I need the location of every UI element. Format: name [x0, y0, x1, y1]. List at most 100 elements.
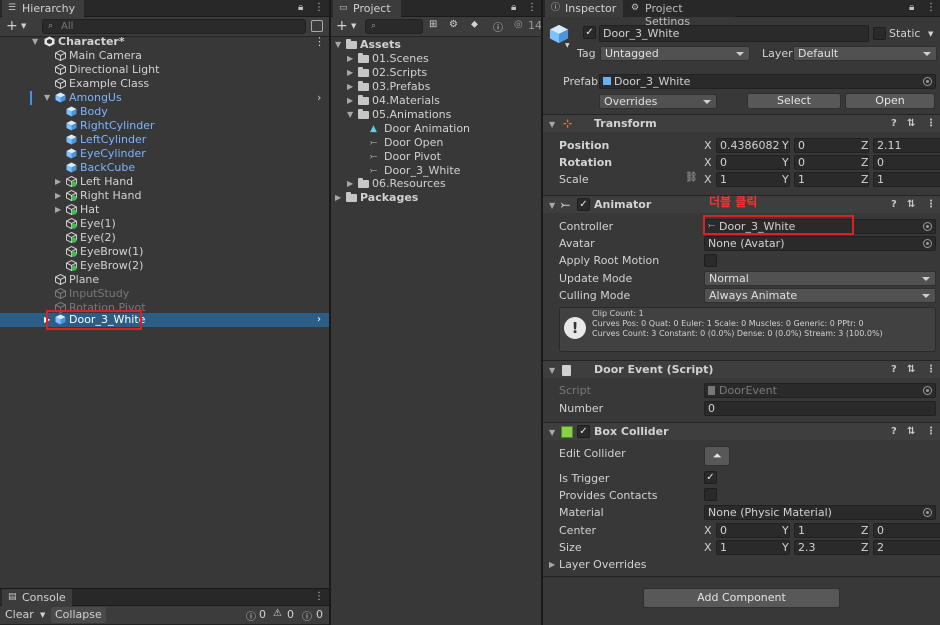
hierarchy-item[interactable]: ▶ Left Hand [0, 175, 329, 189]
center-x-input[interactable]: 0 [716, 523, 790, 538]
project-asset[interactable]: ⤚ Door Open [331, 136, 541, 150]
expand-arrow-icon[interactable]: ▶ [335, 191, 341, 205]
hierarchy-item[interactable]: BackCube [0, 161, 329, 175]
foldout-arrow-icon[interactable]: ▼ [549, 116, 555, 134]
help-icon[interactable]: ? [891, 115, 897, 133]
collapse-button[interactable]: Collapse [51, 607, 106, 623]
static-checkbox[interactable] [873, 27, 886, 40]
kebab-menu-icon[interactable]: ⋮ [314, 35, 325, 49]
avatar-field[interactable]: None (Avatar) [704, 236, 936, 251]
object-picker-icon[interactable] [923, 222, 932, 231]
expand-arrow-icon[interactable]: ▼ [347, 108, 353, 122]
layer-overrides-row[interactable]: ▶ Layer Overrides [543, 558, 940, 572]
hierarchy-item[interactable]: EyeBrow(1) [0, 245, 329, 259]
clear-button[interactable]: Clear [5, 608, 34, 621]
edit-collider-button[interactable]: ⏶ [704, 446, 730, 466]
lock-icon[interactable]: 🔒︎ [298, 2, 303, 13]
project-folder[interactable]: ▶ 01.Scenes [331, 52, 541, 66]
size-x-input[interactable]: 1 [716, 540, 790, 555]
hierarchy-item[interactable]: LeftCylinder [0, 133, 329, 147]
tab-project-settings[interactable]: ⚙ Project Settings [625, 0, 735, 28]
hierarchy-item[interactable]: Directional Light [0, 63, 329, 77]
chevron-down-icon[interactable]: ▼ [928, 30, 933, 38]
hierarchy-item[interactable]: Main Camera [0, 49, 329, 63]
tag-icon[interactable]: ⬥ [471, 19, 478, 30]
transform-header[interactable]: ▼ ⊹ Transform ? ⇅ ⋮ [543, 114, 940, 132]
object-picker-icon[interactable] [923, 508, 932, 517]
hierarchy-item[interactable]: ▶ Hat [0, 203, 329, 217]
center-z-input[interactable]: 0 [873, 523, 940, 538]
animator-header[interactable]: ▼ ⤚ ✓ Animator 더블 클릭 ? ⇅ ⋮ [543, 195, 940, 213]
kebab-menu-icon[interactable]: ⋮ [314, 2, 324, 13]
project-search-input[interactable]: ⌕ [365, 19, 423, 34]
project-folder[interactable]: ▶ 03.Prefabs [331, 80, 541, 94]
foldout-arrow-icon[interactable]: ▶ [549, 558, 555, 572]
hierarchy-item[interactable]: Body [0, 105, 329, 119]
rotation-z-input[interactable]: 0 [873, 155, 940, 170]
expand-arrow-icon[interactable]: ▶ [55, 203, 61, 217]
chevron-right-icon[interactable]: › [317, 91, 321, 105]
chevron-down-icon[interactable]: ▼ [351, 22, 356, 30]
warning-icon[interactable]: ⚠ [273, 608, 282, 619]
layer-dropdown[interactable]: Default [793, 46, 937, 61]
kebab-menu-icon[interactable]: ⋮ [926, 423, 936, 441]
hierarchy-root-row[interactable]: ▼ Character* ⋮ [0, 35, 329, 49]
add-icon[interactable]: + [336, 18, 348, 34]
expand-arrow-icon[interactable]: ▶ [347, 80, 353, 94]
project-folder[interactable]: ▶ 02.Scripts [331, 66, 541, 80]
project-folder[interactable]: ▶ 04.Materials [331, 94, 541, 108]
kebab-menu-icon[interactable]: ⋮ [926, 361, 936, 379]
kebab-menu-icon[interactable]: ⋮ [926, 2, 936, 13]
chevron-down-icon[interactable]: ▼ [40, 611, 45, 619]
tab-project[interactable]: ▭ Project [333, 0, 401, 17]
overrides-dropdown[interactable]: Overrides [599, 94, 717, 109]
hierarchy-item[interactable]: Eye(1) [0, 217, 329, 231]
project-asset[interactable]: ▲ Door Animation [331, 122, 541, 136]
preset-icon[interactable]: ⇅ [907, 115, 915, 133]
scale-z-input[interactable]: 1 [873, 172, 940, 187]
hierarchy-search-input[interactable]: ⌕ All [42, 19, 306, 34]
chevron-right-icon[interactable]: › [317, 313, 321, 327]
door-event-header[interactable]: ▼ Door Event (Script) ? ⇅ ⋮ [543, 360, 940, 378]
hierarchy-item[interactable]: ▶ Right Hand [0, 189, 329, 203]
add-icon[interactable]: + [6, 18, 18, 34]
object-picker-icon[interactable] [923, 239, 932, 248]
material-field[interactable]: None (Physic Material) [704, 505, 936, 520]
size-y-input[interactable]: 2.3 [794, 540, 869, 555]
link-icon[interactable]: ⛓ [685, 172, 698, 183]
box-collider-header[interactable]: ▼ ✓ Box Collider ? ⇅ ⋮ [543, 422, 940, 440]
lock-icon[interactable]: 🔒︎ [909, 2, 914, 13]
search-by-type-icon[interactable]: ⊞ [429, 19, 437, 30]
assets-row[interactable]: ▼ Assets [331, 38, 541, 52]
expand-arrow-icon[interactable]: ▶ [347, 177, 353, 191]
kebab-menu-icon[interactable]: ⋮ [926, 115, 936, 133]
packages-row[interactable]: ▶ Packages [331, 191, 541, 205]
project-folder[interactable]: ▼ 05.Animations [331, 108, 541, 122]
hierarchy-item[interactable]: Eye(2) [0, 231, 329, 245]
eye-icon[interactable]: ◎ [514, 19, 523, 30]
expand-arrow-icon[interactable]: ▶ [347, 66, 353, 80]
expand-arrow-icon[interactable]: ▼ [335, 38, 341, 52]
kebab-menu-icon[interactable]: ⋮ [314, 591, 324, 602]
position-x-input[interactable]: 0.4386082 [716, 138, 790, 153]
culling-mode-dropdown[interactable]: Always Animate [704, 288, 936, 303]
hierarchy-item[interactable]: RightCylinder [0, 119, 329, 133]
center-y-input[interactable]: 1 [794, 523, 869, 538]
scene-search-icon[interactable] [311, 20, 323, 32]
foldout-arrow-icon[interactable]: ▼ [549, 424, 555, 442]
rotation-x-input[interactable]: 0 [716, 155, 790, 170]
object-name-input[interactable]: Door_3_White [599, 25, 869, 42]
info-icon[interactable]: ⓘ [246, 608, 256, 623]
expand-arrow-icon[interactable]: ▶ [55, 189, 61, 203]
expand-arrow-icon[interactable]: ▶ [347, 94, 353, 108]
preset-icon[interactable]: ⇅ [907, 196, 915, 214]
tab-inspector[interactable]: ⓘ Inspector [545, 0, 623, 17]
help-icon[interactable]: ? [891, 423, 897, 441]
tab-hierarchy[interactable]: ☰ Hierarchy [2, 0, 84, 17]
tag-dropdown[interactable]: Untagged [600, 46, 750, 61]
open-button[interactable]: Open [845, 93, 935, 109]
foldout-arrow-icon[interactable]: ▼ [549, 362, 555, 380]
update-mode-dropdown[interactable]: Normal [704, 271, 936, 286]
help-icon[interactable]: ? [891, 361, 897, 379]
help-icon[interactable]: ? [891, 196, 897, 214]
